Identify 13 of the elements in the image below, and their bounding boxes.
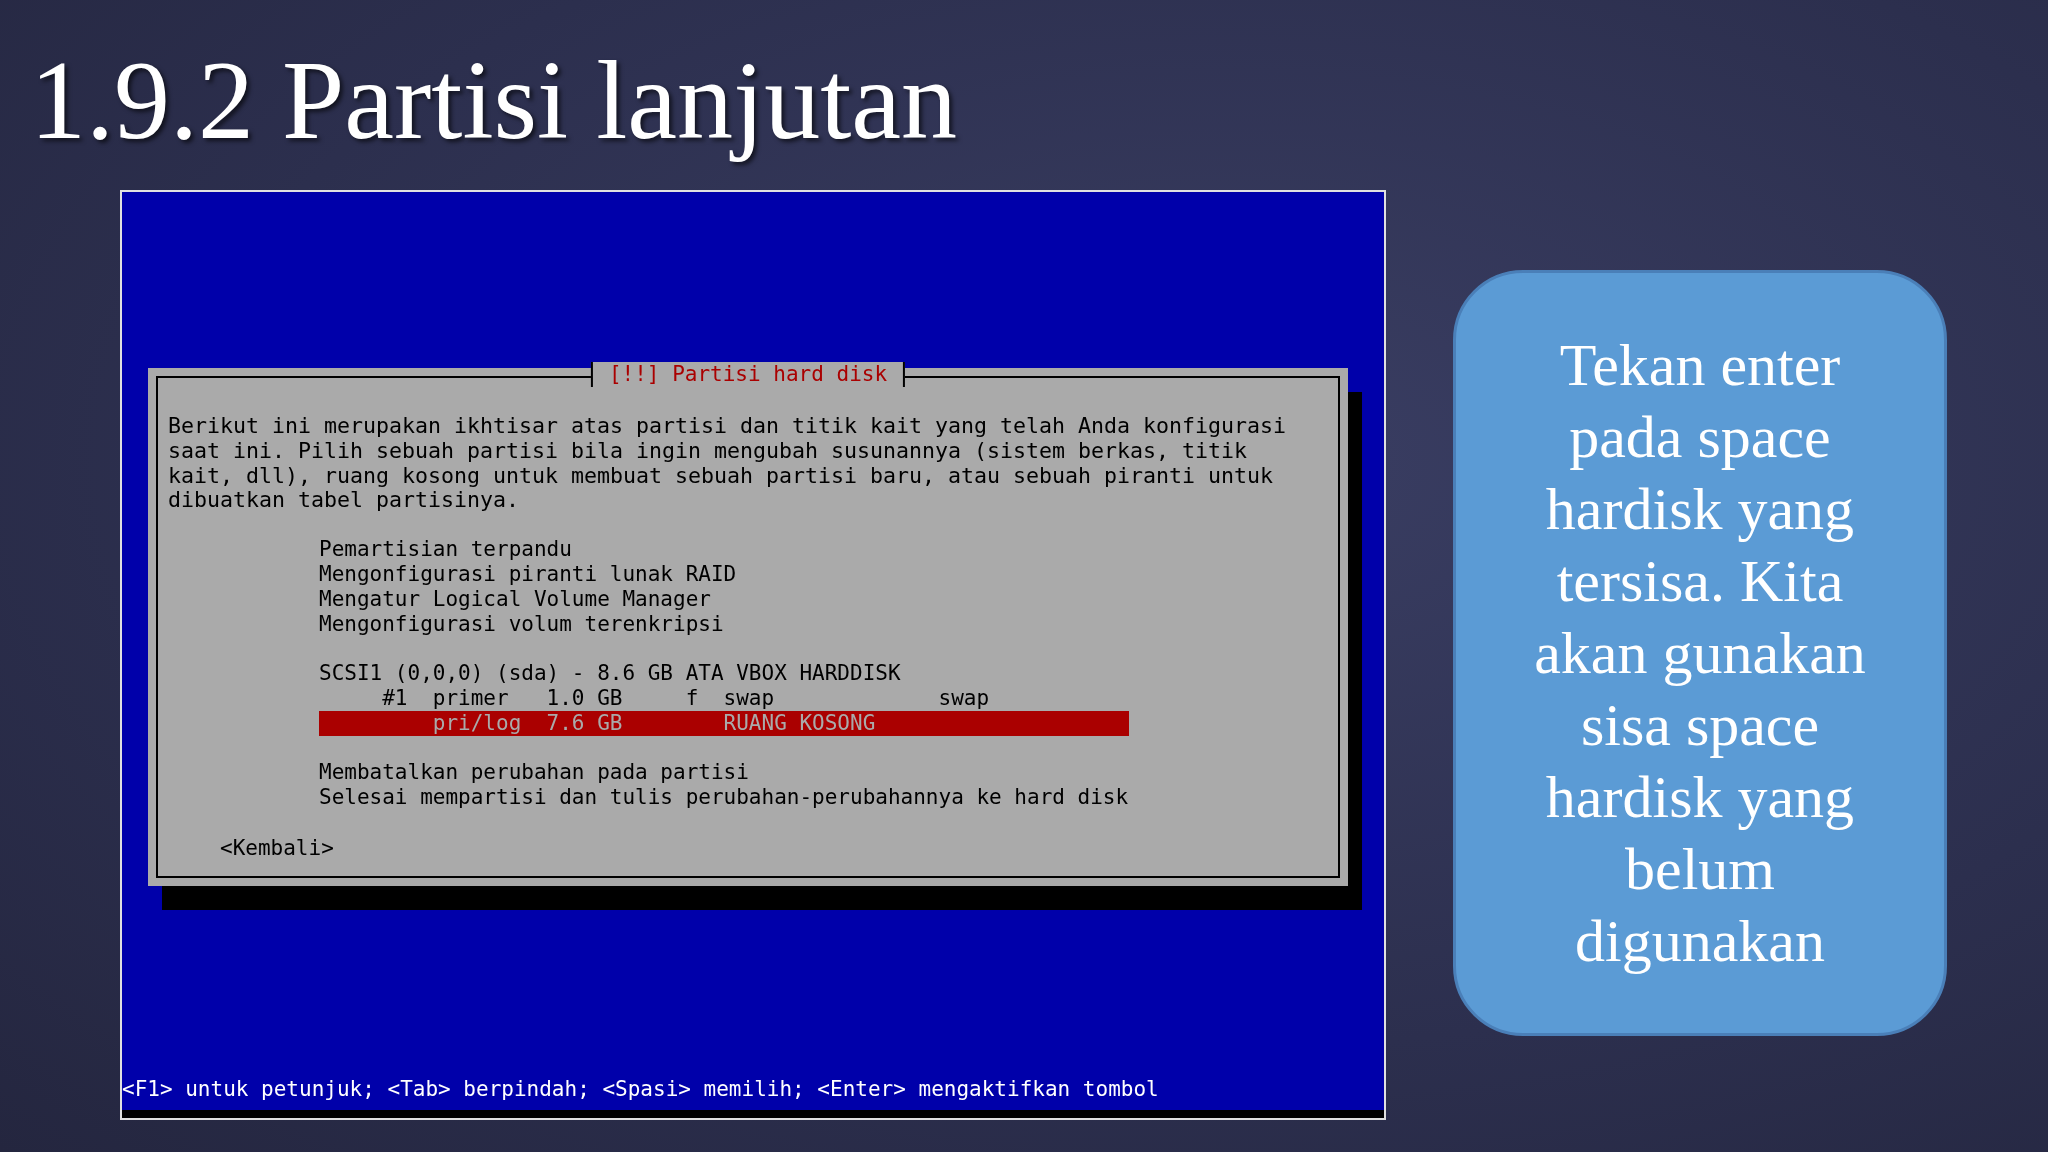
menu-item[interactable]: Pemartisian terpandu (319, 537, 1129, 562)
menu-item[interactable]: Mengonfigurasi piranti lunak RAID (319, 562, 1129, 587)
dialog-title: [!!] Partisi hard disk (590, 362, 906, 387)
menu-item[interactable]: #1 primer 1.0 GB f swap swap (319, 685, 1129, 711)
menu-item[interactable]: Membatalkan perubahan pada partisi (319, 760, 1129, 786)
menu-item[interactable]: Selesai mempartisi dan tulis perubahan-perubahannya ke hard disk (319, 785, 1129, 810)
callout-text: Tekan enter pada space hardisk yang tersisa. Kita akan gunakan sisa space hardisk yang belum digunakan (1533, 331, 1867, 976)
menu-item[interactable]: SCSI1 (0,0,0) (sda) - 8.6 GB ATA VBOX HARDDISK (319, 661, 1129, 686)
slide-title: 1.9.2 Partisi lanjutan (30, 40, 957, 160)
menu-item[interactable]: Mengonfigurasi volum terenkripsi (319, 611, 1129, 637)
dialog-description: Berikut ini merupakan ikhtisar atas partisi dan titik kait yang telah Anda konfigurasi saat ini. Pilih sebuah partisi bila ingin mengubah susunannya (sistem berkas, titik kait, dll), ruang kosong untuk membuat sebuah partisi baru, atau sebuah piranti untuk dibuatkan tabel partisinya. (168, 414, 1288, 514)
menu-item[interactable]: Mengatur Logical Volume Manager (319, 586, 1129, 612)
back-button[interactable]: <Kembali> (220, 835, 334, 861)
